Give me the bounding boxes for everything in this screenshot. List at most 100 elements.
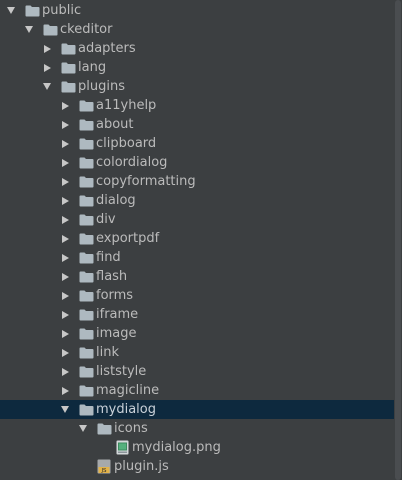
tree-item-public[interactable]: public [0, 1, 394, 20]
collapse-arrow-right-icon[interactable] [59, 115, 71, 134]
folder-icon [78, 134, 94, 153]
expand-arrow-down-icon[interactable] [59, 400, 71, 419]
collapse-arrow-right-icon[interactable] [59, 229, 71, 248]
folder-icon [24, 1, 40, 20]
tree-item-label: dialog [96, 193, 136, 208]
folder-icon [78, 96, 94, 115]
tree-item-label: link [96, 345, 119, 360]
collapse-arrow-right-icon[interactable] [59, 191, 71, 210]
folder-icon [78, 153, 94, 172]
expand-arrow-down-icon[interactable] [23, 20, 35, 39]
tree-item-label: liststyle [96, 364, 147, 379]
tree-item-label: public [42, 3, 82, 18]
tree-item-label: clipboard [96, 136, 157, 151]
project-tree-panel: public ckeditor adapters lang plugins a11yhel… [0, 0, 402, 480]
folder-icon [78, 362, 94, 381]
collapse-arrow-right-icon[interactable] [59, 134, 71, 153]
folder-icon [78, 400, 94, 419]
collapse-arrow-right-icon[interactable] [41, 58, 53, 77]
expand-arrow-down-icon[interactable] [77, 419, 89, 438]
tree-item-flash[interactable]: flash [0, 267, 394, 286]
tree-item-label: mydialog [96, 402, 157, 417]
tree-item-label: flash [96, 269, 128, 284]
tree-item-label: magicline [96, 383, 160, 398]
tree-item-label: iframe [96, 307, 139, 322]
collapse-arrow-right-icon[interactable] [59, 343, 71, 362]
tree-item-clipboard[interactable]: clipboard [0, 134, 394, 153]
folder-icon [96, 419, 112, 438]
tree-item-magicline[interactable]: magicline [0, 381, 394, 400]
tree-item-image[interactable]: image [0, 324, 394, 343]
tree-item-label: plugins [78, 79, 125, 94]
tree-item-label: a11yhelp [96, 98, 157, 113]
folder-icon [78, 115, 94, 134]
collapse-arrow-right-icon[interactable] [59, 267, 71, 286]
tree-item-copyformatting[interactable]: copyformatting [0, 172, 394, 191]
scrollbar-thumb[interactable] [395, 0, 401, 480]
expand-arrow-down-icon[interactable] [41, 77, 53, 96]
collapse-arrow-right-icon[interactable] [59, 286, 71, 305]
folder-icon [78, 305, 94, 324]
tree-item-label: copyformatting [96, 174, 196, 189]
collapse-arrow-right-icon[interactable] [59, 324, 71, 343]
tree-item-colordialog[interactable]: colordialog [0, 153, 394, 172]
tree-item-plugins[interactable]: plugins [0, 77, 394, 96]
tree-item-label: image [96, 326, 137, 341]
folder-icon [78, 191, 94, 210]
folder-icon [60, 77, 76, 96]
folder-icon [78, 267, 94, 286]
folder-icon [78, 343, 94, 362]
tree-item-link[interactable]: link [0, 343, 394, 362]
tree-item-liststyle[interactable]: liststyle [0, 362, 394, 381]
tree-item-div[interactable]: div [0, 210, 394, 229]
folder-icon [42, 20, 58, 39]
collapse-arrow-right-icon[interactable] [59, 248, 71, 267]
folder-icon [78, 172, 94, 191]
tree-item-label: mydialog.png [132, 440, 221, 455]
tree-item-adapters[interactable]: adapters [0, 39, 394, 58]
tree-item-label: ckeditor [60, 22, 113, 37]
tree-item-label: find [96, 250, 121, 265]
tree-item-label: colordialog [96, 155, 168, 170]
tree-item-label: plugin.js [114, 459, 169, 474]
tree-item-plugin-js[interactable]: JS plugin.js [0, 457, 394, 476]
tree-item-mydialog[interactable]: mydialog [0, 400, 394, 419]
tree-item-a11yhelp[interactable]: a11yhelp [0, 96, 394, 115]
tree-item-label: about [96, 117, 134, 132]
tree-item-label: lang [78, 60, 107, 75]
collapse-arrow-right-icon[interactable] [59, 362, 71, 381]
tree-item-ckeditor[interactable]: ckeditor [0, 20, 394, 39]
js-file-icon: JS [96, 457, 112, 476]
folder-icon [78, 248, 94, 267]
tree-item-icons[interactable]: icons [0, 419, 394, 438]
folder-icon [78, 210, 94, 229]
svg-text:JS: JS [100, 468, 107, 474]
collapse-arrow-right-icon[interactable] [59, 153, 71, 172]
collapse-arrow-right-icon[interactable] [41, 39, 53, 58]
tree-item-label: div [96, 212, 116, 227]
project-tree: public ckeditor adapters lang plugins a11yhel… [0, 0, 394, 480]
collapse-arrow-right-icon[interactable] [59, 210, 71, 229]
collapse-arrow-right-icon[interactable] [59, 305, 71, 324]
tree-item-find[interactable]: find [0, 248, 394, 267]
folder-icon [78, 381, 94, 400]
collapse-arrow-right-icon[interactable] [59, 96, 71, 115]
tree-item-label: adapters [78, 41, 136, 56]
folder-icon [78, 286, 94, 305]
collapse-arrow-right-icon[interactable] [59, 172, 71, 191]
image-file-icon [114, 438, 130, 457]
folder-icon [78, 229, 94, 248]
tree-item-lang[interactable]: lang [0, 58, 394, 77]
tree-item-dialog[interactable]: dialog [0, 191, 394, 210]
tree-item-exportpdf[interactable]: exportpdf [0, 229, 394, 248]
folder-icon [60, 58, 76, 77]
tree-item-mydialog-png[interactable]: mydialog.png [0, 438, 394, 457]
collapse-arrow-right-icon[interactable] [59, 381, 71, 400]
expand-arrow-down-icon[interactable] [5, 1, 17, 20]
folder-icon [60, 39, 76, 58]
tree-item-forms[interactable]: forms [0, 286, 394, 305]
vertical-scrollbar[interactable] [394, 0, 402, 480]
tree-item-about[interactable]: about [0, 115, 394, 134]
tree-item-iframe[interactable]: iframe [0, 305, 394, 324]
tree-item-label: icons [114, 421, 148, 436]
